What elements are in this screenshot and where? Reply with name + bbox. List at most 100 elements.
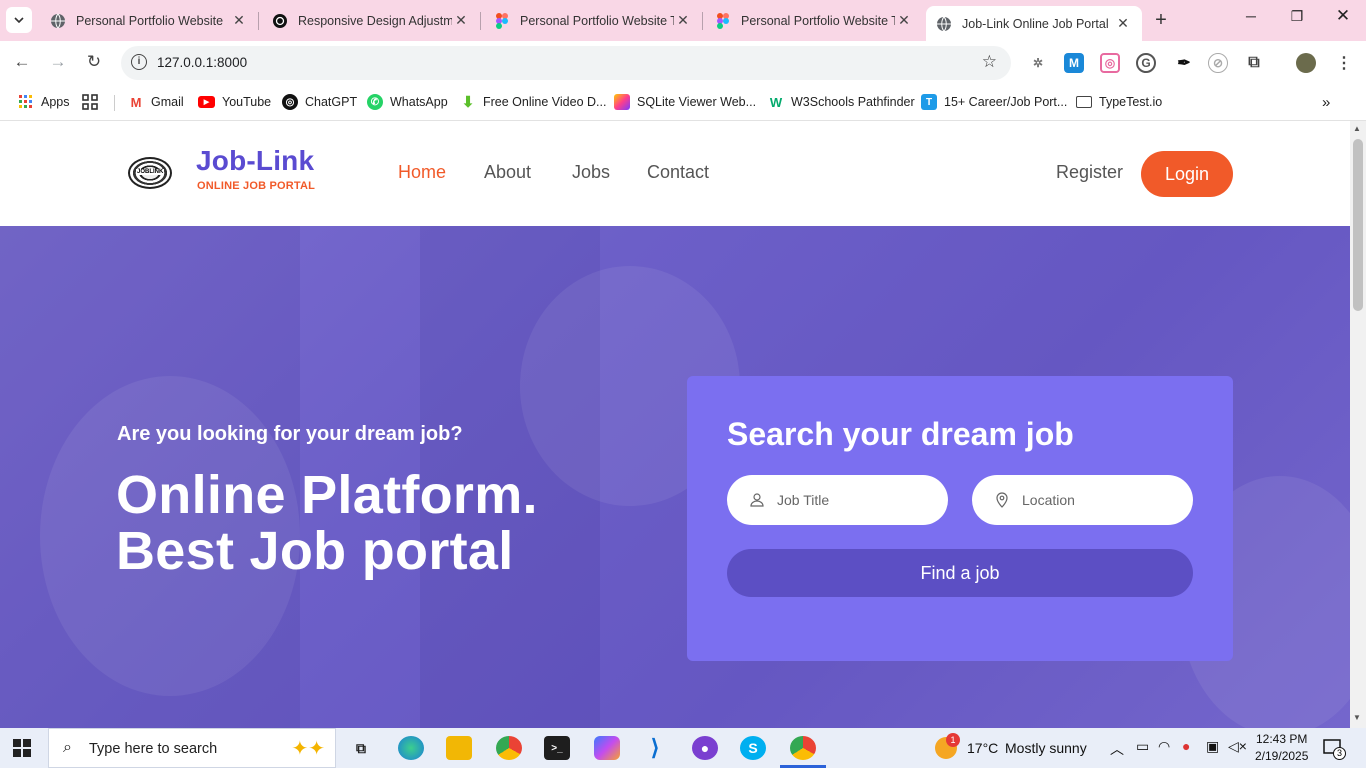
bookmark-label: Apps [41,95,70,109]
back-arrow-icon[interactable]: ← [10,52,34,72]
bookmark-label: SQLite Viewer Web... [637,95,757,109]
volume-muted-icon[interactable]: ◁× [1228,738,1247,755]
tab-title: Personal Portfolio Website Te [741,13,895,28]
sqlite-icon [614,94,630,110]
bookmark-apps[interactable]: Apps [18,92,70,112]
nav-about[interactable]: About [484,162,531,183]
location-field[interactable] [972,475,1193,525]
antivirus-icon[interactable]: ● [1182,738,1190,754]
extension-pen-icon[interactable]: ✒ [1174,53,1194,73]
browser-tab[interactable]: Personal Portfolio Website ✕ [40,6,258,35]
close-tab-icon[interactable]: ✕ [1114,15,1132,32]
bookmark-label: W3Schools Pathfinder [791,95,915,109]
tab-separator [702,12,703,30]
tray-chevron-up-icon[interactable]: ︿ [1110,739,1124,759]
windows-taskbar: ⌕ Type here to search ✦✦ ⧉ >_ ⟩ ● S 1 17… [0,728,1366,768]
notifications-icon[interactable]: 3 [1323,738,1346,760]
chrome-icon[interactable] [496,736,522,760]
close-tab-icon[interactable]: ✕ [230,12,248,29]
file-explorer-icon[interactable] [446,736,472,760]
forward-arrow-icon[interactable]: → [46,52,70,72]
job-title-input[interactable] [777,492,927,508]
user-icon [749,492,765,508]
meet-now-icon[interactable]: ▣ [1206,738,1219,755]
bookmark-youtube[interactable]: ▶ YouTube [198,92,271,112]
login-button[interactable]: Login [1141,151,1233,197]
browser-tab[interactable]: Personal Portfolio Website Te ✕ [484,6,702,35]
bookmark-typetest[interactable]: TypeTest.io [1076,92,1162,112]
skype-icon[interactable]: S [740,736,766,760]
weather-temp[interactable]: 17°C [967,740,998,756]
github-desktop-icon[interactable]: ● [692,736,718,760]
copilot-icon[interactable] [594,736,620,760]
browser-tab[interactable]: Personal Portfolio Website Te ✕ [705,6,923,35]
windows-start-icon[interactable] [13,739,31,757]
extension-gear-icon[interactable]: ✲ [1028,53,1048,73]
bookmark-video-downloader[interactable]: ⬇ Free Online Video D... [460,92,607,112]
whatsapp-icon: ✆ [367,94,383,110]
bookmark-whatsapp[interactable]: ✆ WhatsApp [367,92,448,112]
chrome-profile-icon[interactable] [790,736,816,760]
tab-separator [480,12,481,30]
location-input[interactable] [1022,492,1172,508]
browser-tab[interactable]: Responsive Design Adjustme ✕ [262,6,480,35]
taskbar-search[interactable]: ⌕ Type here to search ✦✦ [48,728,336,768]
scroll-up-icon[interactable]: ▲ [1353,124,1361,133]
close-tab-icon[interactable]: ✕ [895,12,913,29]
close-window-icon[interactable]: ✕ [1320,6,1366,26]
extension-camera-icon[interactable]: ◎ [1100,53,1120,73]
reload-icon[interactable]: ↻ [82,52,106,72]
tab-title: Responsive Design Adjustme [298,13,452,28]
register-link[interactable]: Register [1056,162,1123,183]
nav-jobs[interactable]: Jobs [572,162,610,183]
wifi-icon[interactable]: ◠ [1158,738,1170,755]
nav-contact[interactable]: Contact [647,162,709,183]
brand-name[interactable]: Job-Link [196,145,314,177]
scroll-down-icon[interactable]: ▼ [1353,713,1361,722]
bookmark-gmail[interactable]: M Gmail [128,92,184,112]
site-info-icon[interactable]: i [131,54,147,70]
close-tab-icon[interactable]: ✕ [674,12,692,29]
compass-icon[interactable]: ⊘ [1208,53,1228,73]
vscode-icon[interactable]: ⟩ [642,735,668,760]
tab-search-button[interactable] [6,7,32,33]
bookmark-w3schools[interactable]: W W3Schools Pathfinder [768,92,915,112]
close-tab-icon[interactable]: ✕ [452,12,470,29]
extension-m-icon[interactable]: M [1064,53,1084,73]
weather-description[interactable]: Mostly sunny [1005,740,1087,756]
extensions-puzzle-icon[interactable]: ⧉ [1244,53,1264,73]
page-scrollbar[interactable]: ▲ ▼ [1350,121,1366,728]
profile-avatar[interactable] [1296,53,1316,73]
taskbar-search-placeholder: Type here to search [89,741,218,757]
bookmark-sqlite-viewer[interactable]: SQLite Viewer Web... [614,92,756,112]
bookmark-chatgpt[interactable]: ◎ ChatGPT [282,92,357,112]
task-view-icon[interactable]: ⧉ [348,736,374,760]
bookmark-label: WhatsApp [390,95,448,109]
restore-icon[interactable]: ❐ [1274,8,1320,25]
nav-home[interactable]: Home [398,162,446,183]
browser-tab-active[interactable]: Job-Link Online Job Portal ✕ [926,6,1142,41]
weather-badge: 1 [946,733,960,747]
job-title-field[interactable] [727,475,948,525]
address-bar[interactable]: i 127.0.0.1:8000 ☆ [121,46,1011,80]
system-clock[interactable]: 12:43 PM 2/19/2025 [1255,731,1308,765]
site-header: JOBLINK Job-Link ONLINE JOB PORTAL Home … [0,121,1350,226]
clock-date: 2/19/2025 [1255,749,1309,763]
hero-title-line1: Online Platform. [116,465,538,525]
youtube-icon: ▶ [198,96,215,108]
bookmarks-overflow-icon[interactable]: » [1322,92,1330,112]
battery-icon[interactable]: ▭ [1136,738,1149,755]
grammarly-icon[interactable]: G [1136,53,1156,73]
edge-icon[interactable] [398,736,424,760]
bookmark-star-icon[interactable]: ☆ [982,52,997,72]
scrollbar-thumb[interactable] [1353,139,1363,311]
bookmark-career-portals[interactable]: T 15+ Career/Job Port... [921,92,1067,112]
logo-emblem-icon[interactable]: JOBLINK [128,157,172,189]
minimize-icon[interactable]: ─ [1228,8,1274,24]
clock-time: 12:43 PM [1256,732,1308,746]
menu-kebab-icon[interactable]: ⋮ [1334,53,1354,73]
new-tab-icon[interactable]: + [1150,9,1172,32]
terminal-icon[interactable]: >_ [544,736,570,760]
find-job-button[interactable]: Find a job [727,549,1193,597]
bookmark-tab-groups[interactable] [82,92,105,112]
